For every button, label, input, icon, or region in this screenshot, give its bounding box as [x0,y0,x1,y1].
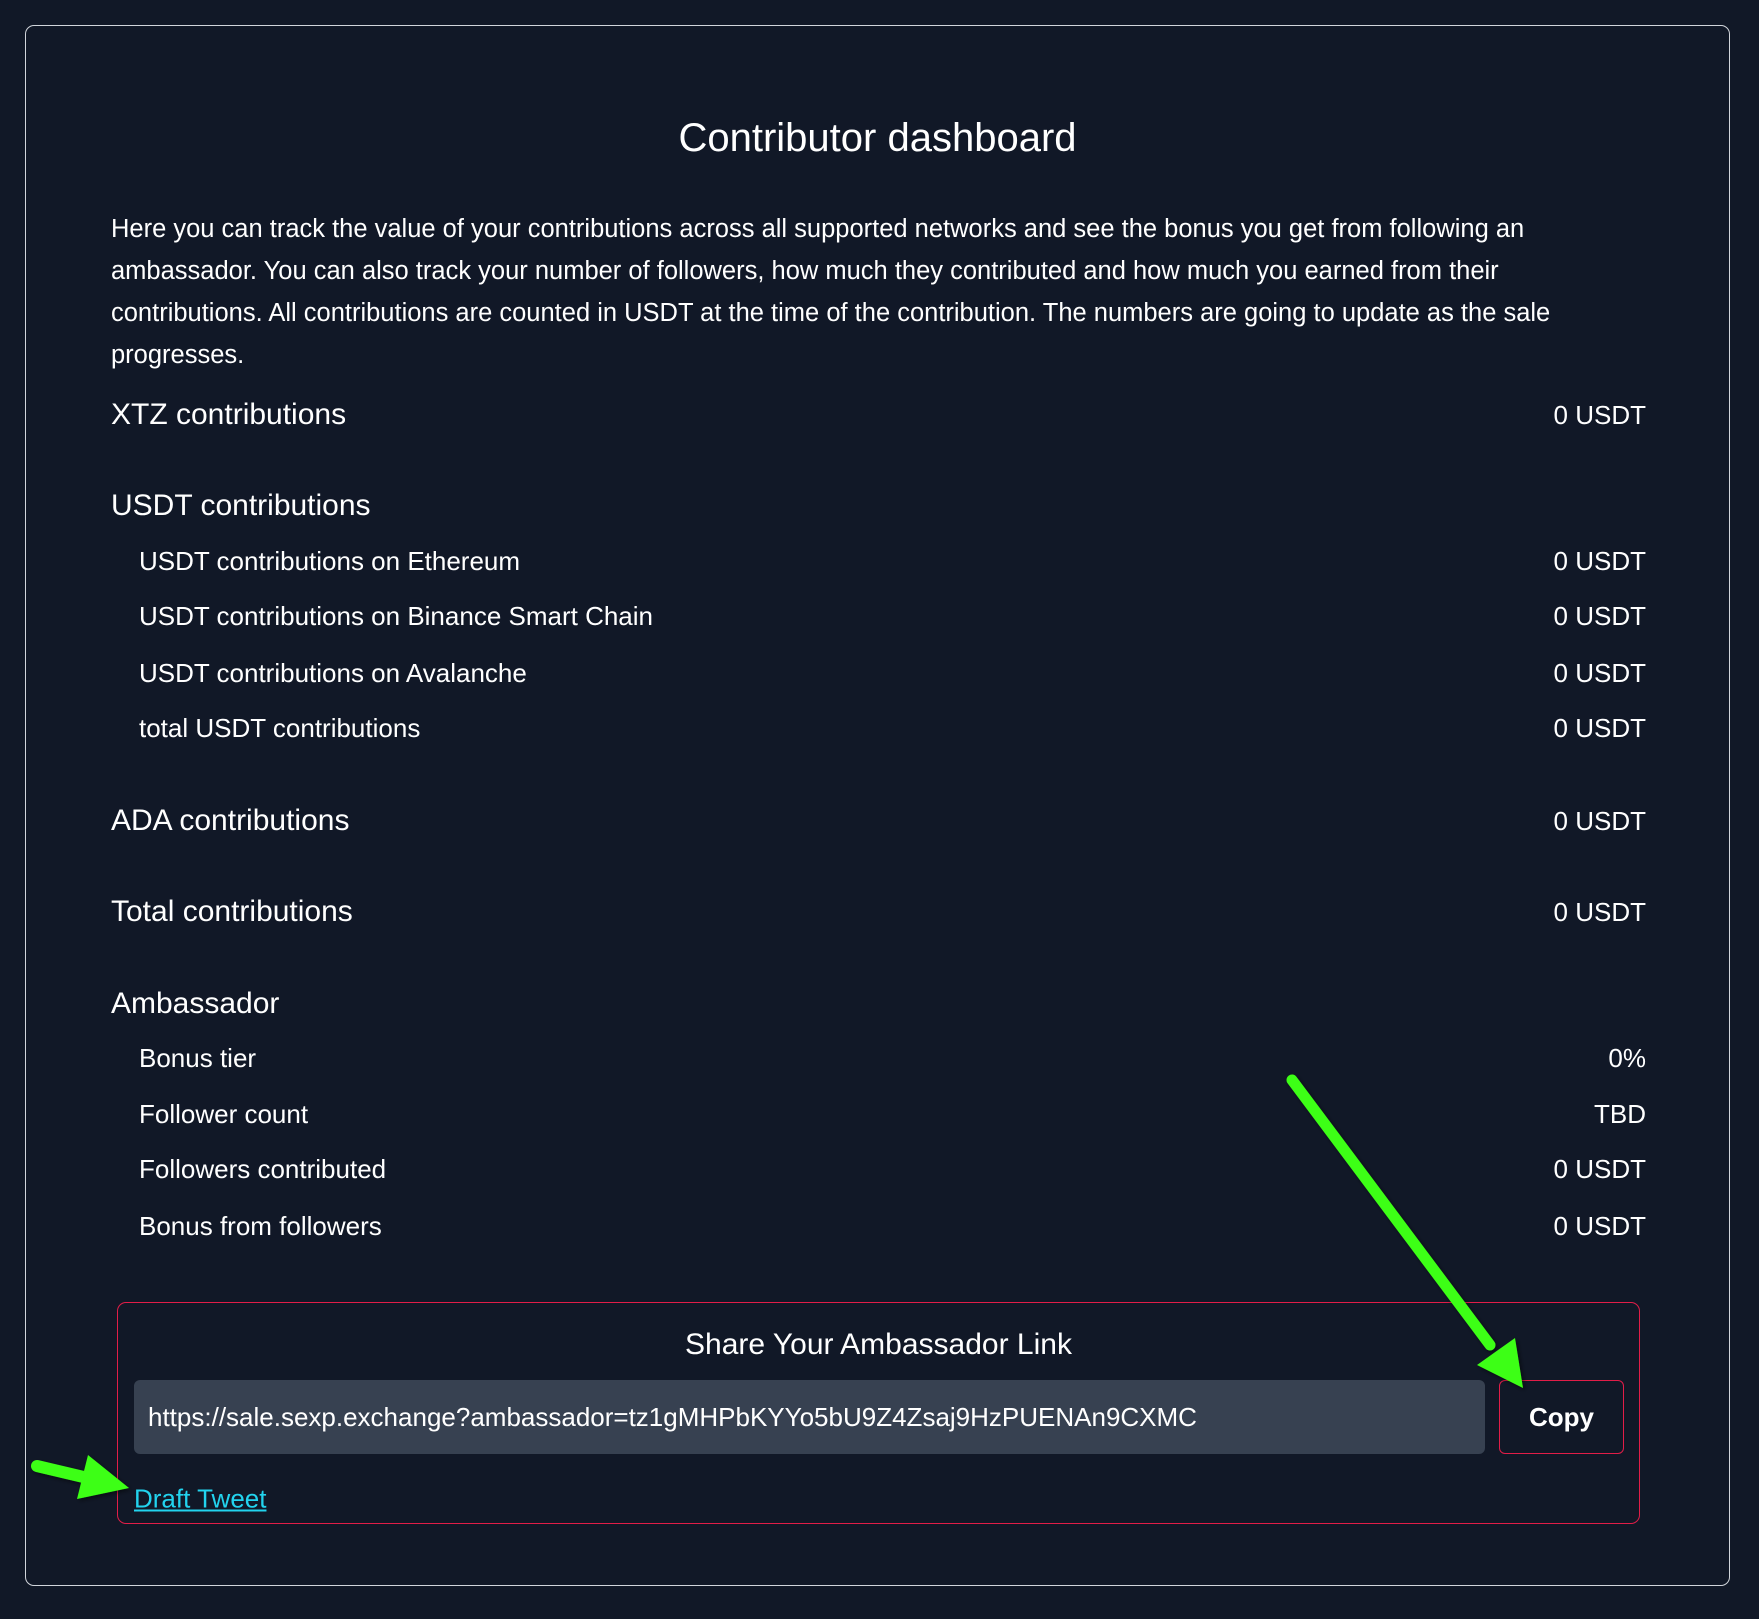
usdt-bsc-value: 0 USDT [1553,600,1646,631]
usdt-total-label: total USDT contributions [139,712,421,743]
share-link-title: Share Your Ambassador Link [685,1328,1072,1361]
xtz-contributions-label: XTZ contributions [111,398,347,431]
follower-count-row: Follower count TBD [139,1094,1646,1134]
bonus-tier-row: Bonus tier 0% [139,1038,1646,1078]
followers-contributed-label: Followers contributed [139,1153,387,1184]
usdt-ethereum-label: USDT contributions on Ethereum [139,545,521,576]
usdt-bsc-label: USDT contributions on Binance Smart Chai… [139,600,653,631]
ada-contributions-label: ADA contributions [111,804,350,837]
xtz-contributions-row: XTZ contributions 0 USDT [111,395,1646,435]
share-ambassador-link-box: Share Your Ambassador Link Copy Draft Tw… [117,1302,1640,1524]
draft-tweet-link[interactable]: Draft Tweet [134,1484,266,1515]
bonus-tier-value: 0% [1608,1042,1646,1073]
followers-contributed-row: Followers contributed 0 USDT [139,1149,1646,1189]
usdt-ethereum-row: USDT contributions on Ethereum 0 USDT [139,541,1646,581]
bonus-tier-label: Bonus tier [139,1042,257,1073]
ada-contributions-value: 0 USDT [1553,805,1646,836]
usdt-avalanche-row: USDT contributions on Avalanche 0 USDT [139,653,1646,693]
copy-button[interactable]: Copy [1499,1380,1624,1454]
bonus-from-followers-value: 0 USDT [1553,1210,1646,1241]
follower-count-label: Follower count [139,1098,309,1129]
total-contributions-row: Total contributions 0 USDT [111,892,1646,932]
total-contributions-value: 0 USDT [1553,896,1646,927]
total-contributions-label: Total contributions [111,895,353,928]
usdt-contributions-header: USDT contributions [111,486,1646,526]
ambassador-header: Ambassador [111,984,1646,1024]
usdt-avalanche-value: 0 USDT [1553,657,1646,688]
usdt-bsc-row: USDT contributions on Binance Smart Chai… [139,596,1646,636]
intro-paragraph: Here you can track the value of your con… [111,215,1551,369]
usdt-ethereum-value: 0 USDT [1553,545,1646,576]
ambassador-link-input[interactable] [134,1380,1485,1454]
usdt-total-value: 0 USDT [1553,712,1646,743]
page-title: Contributor dashboard [678,116,1077,160]
usdt-avalanche-label: USDT contributions on Avalanche [139,657,527,688]
bonus-from-followers-label: Bonus from followers [139,1210,382,1241]
ambassador-label: Ambassador [111,987,280,1020]
followers-contributed-value: 0 USDT [1553,1153,1646,1184]
usdt-total-row: total USDT contributions 0 USDT [139,708,1646,748]
follower-count-value: TBD [1594,1098,1646,1129]
xtz-contributions-value: 0 USDT [1553,399,1646,430]
contributor-dashboard-card: Contributor dashboard Here you can track… [25,25,1730,1586]
ada-contributions-row: ADA contributions 0 USDT [111,801,1646,841]
usdt-contributions-label: USDT contributions [111,489,371,522]
bonus-from-followers-row: Bonus from followers 0 USDT [139,1206,1646,1246]
